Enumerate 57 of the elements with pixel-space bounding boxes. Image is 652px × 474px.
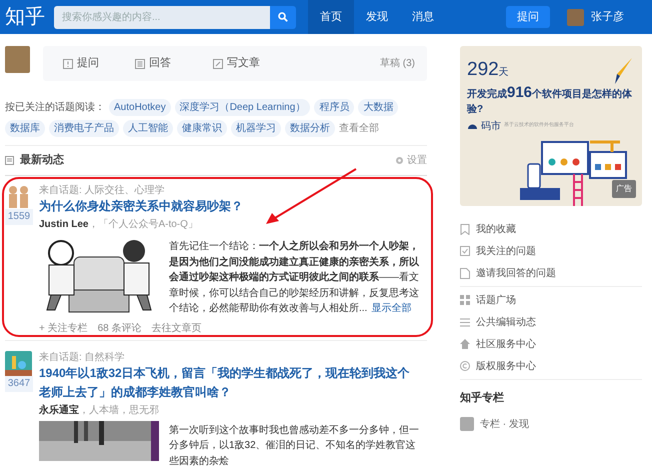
separator: ， [88, 219, 98, 230]
topic-tag[interactable]: 消费电子产品 [49, 120, 119, 137]
topic-tag[interactable]: 数据库 [5, 120, 45, 137]
author-name[interactable]: Justin Lee [39, 219, 88, 230]
sidebar-link[interactable]: 我关注的问题 [460, 240, 642, 262]
sidebar-link[interactable]: 我的收藏 [460, 218, 642, 240]
ask-button[interactable]: 提问 [506, 6, 550, 28]
composer-action[interactable]: 提问 [63, 55, 135, 72]
ad-days-unit: 天 [498, 67, 509, 78]
ad-badge: 广告 [612, 180, 636, 198]
ad-brand: 码市 [481, 120, 501, 134]
feed-title: 最新动态 [20, 152, 64, 168]
ad-headline: 开发完成916个软件项目是怎样的体验? [467, 84, 634, 116]
nav-tab[interactable]: 发现 [354, 0, 400, 34]
topics-label: 按已关注的话题阅读： [5, 100, 105, 115]
ad-days: 292 [467, 59, 499, 80]
topic-tag[interactable]: 程序员 [314, 99, 354, 116]
sidebar-link[interactable]: 社区服务中心 [460, 333, 642, 355]
sidebar-link[interactable]: 话题广场 [460, 289, 642, 311]
separator: ， [79, 404, 89, 416]
topic-tag[interactable]: AutoHotkey [109, 99, 171, 116]
sidebar-link[interactable]: 邀请我回答的问题 [460, 262, 642, 284]
vote-count[interactable]: 1559 [5, 209, 33, 225]
sidebar-link[interactable]: 公共编辑动态 [460, 311, 642, 333]
topic-tag[interactable]: 数据分析 [285, 120, 335, 137]
author-bio: 人本墙，思无邪 [89, 404, 159, 416]
topic-source: 来自话题: 自然科学 [39, 350, 126, 364]
topic-tag[interactable]: 健康常识 [177, 120, 227, 137]
composer-action[interactable]: 写文章 [213, 55, 291, 72]
sidebar-link[interactable]: 版权服务中心 [460, 355, 642, 377]
author-bio: 「个人公众号A-to-Q」 [98, 219, 198, 230]
section-title: 知乎专栏 [460, 390, 505, 406]
search-field[interactable]: 搜索你感兴趣的内容... [54, 6, 270, 28]
author-name[interactable]: 永乐通宝 [39, 404, 79, 416]
post-action[interactable]: 68 条评论 [98, 320, 142, 336]
composer-action[interactable]: 回答 [135, 55, 213, 72]
drafts-link[interactable]: 草稿 (3) [380, 56, 415, 71]
view-all-link[interactable]: 查看全部 [339, 121, 379, 136]
answer-excerpt: 首先记住一个结论：一个人之所以会和另外一个人吵架，是因为他们之间没能成功建立真正健康的亲密关系，所以会通过吵架这种极端的方式证明彼此之间的联系——看文章时候，你可以结合自己的吵架经历和讲解，反复思考这个结论，必然能帮助你有效改善与人相处所... 显示全部 [169, 239, 419, 316]
logo[interactable]: 知乎 [5, 2, 51, 32]
user-name[interactable]: 张子彦 [591, 8, 624, 26]
topic-tag[interactable]: 人工智能 [123, 120, 173, 137]
show-all-link[interactable]: 显示全部 [371, 303, 412, 314]
nav-tab[interactable]: 消息 [400, 0, 446, 34]
question-title[interactable]: 为什么你身处亲密关系中就容易吵架？ [39, 197, 419, 216]
settings-button[interactable]: 设置 [395, 153, 427, 168]
topic-source: 来自话题: 人际交往、心理学 [39, 184, 166, 197]
post-action[interactable]: 去往文章页 [152, 320, 202, 336]
nav-tab[interactable]: 首页 [308, 0, 354, 34]
topic-tag[interactable]: 机器学习 [231, 120, 281, 137]
vote-count[interactable]: 3647 [5, 376, 33, 392]
topic-tag[interactable]: 大数据 [358, 99, 398, 116]
question-title[interactable]: 1940年以1敌32日本飞机，留言「我的学生都战死了，现在轮到我这个老师上去了」的成都李姓教官叫啥？ [39, 364, 419, 402]
answer-excerpt: 第一次听到这个故事时我也曾感动差不多一分多钟，但一分多钟后，以1敌32、催泪的日记、不知名的学姓教官这些因素的杂烩 [169, 424, 419, 468]
topic-tag[interactable]: 深度学习（Deep Learning） [174, 99, 310, 116]
post-action[interactable]: + 关注专栏 [39, 320, 88, 336]
column-link[interactable]: 专栏 · 发现 [480, 416, 529, 432]
